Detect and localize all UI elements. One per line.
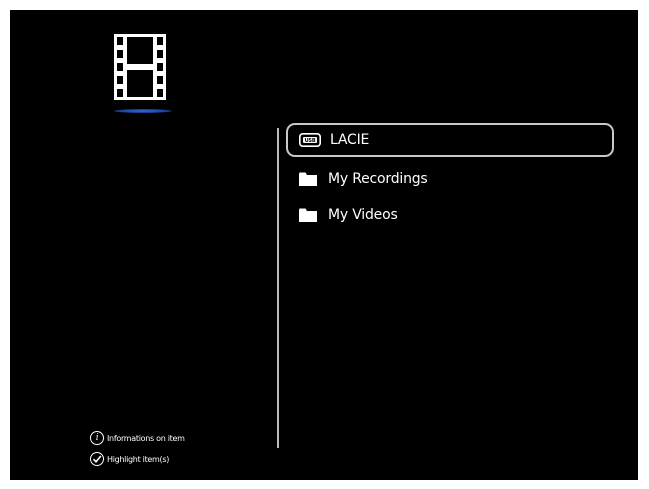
folder-icon (294, 208, 322, 222)
list-item-my-videos[interactable]: My Videos (286, 198, 398, 232)
info-icon: i (90, 431, 104, 445)
list-item-lacie[interactable]: USB LACIE (286, 123, 614, 157)
checkmark-icon (90, 452, 104, 466)
panel-divider (277, 128, 279, 448)
film-strip-icon (114, 34, 166, 100)
folder-icon (294, 172, 322, 186)
media-browser-screen: USB LACIE My Recordings My Videos i Info… (10, 10, 638, 480)
usb-drive-icon: USB (296, 133, 324, 147)
list-item-label: LACIE (330, 132, 370, 148)
film-icon-underline (114, 109, 172, 113)
hint-highlight: Highlight item(s) (90, 452, 169, 466)
list-item-label: My Recordings (328, 171, 428, 187)
hint-highlight-label: Highlight item(s) (107, 454, 170, 464)
svg-text:USB: USB (305, 138, 316, 144)
list-item-label: My Videos (328, 207, 398, 223)
hint-info-label: Informations on item (107, 433, 185, 443)
hint-informations: i Informations on item (90, 431, 185, 445)
list-item-my-recordings[interactable]: My Recordings (286, 162, 428, 196)
